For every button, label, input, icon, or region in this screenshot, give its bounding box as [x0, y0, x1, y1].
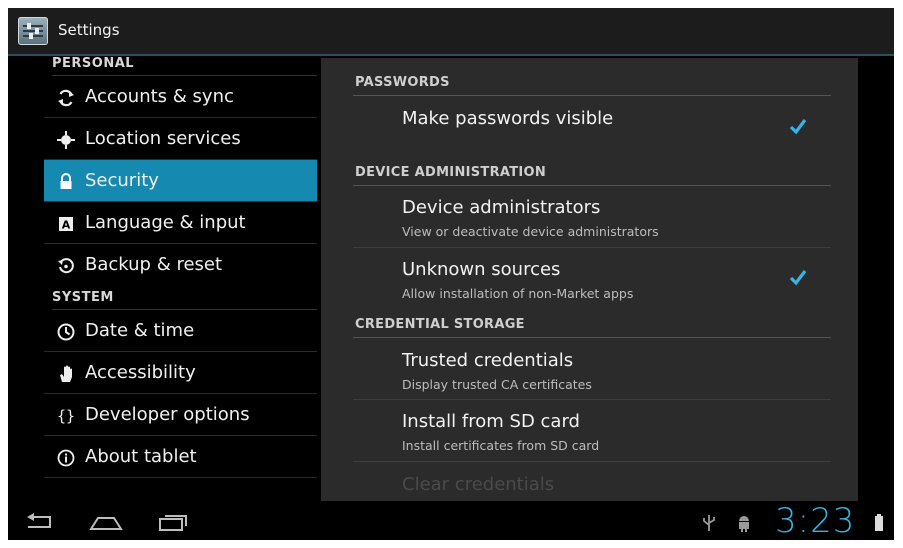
- pref-device-administrators[interactable]: Device administrators View or deactivate…: [353, 186, 831, 248]
- home-icon[interactable]: [88, 511, 124, 537]
- category-header-personal: PERSONAL: [52, 56, 317, 76]
- sidebar-item-label: Location services: [85, 128, 241, 149]
- section-header-device-administration: DEVICE ADMINISTRATION: [353, 162, 831, 186]
- sidebar-item-label: Accessibility: [85, 362, 196, 383]
- sidebar-item-label: Language & input: [85, 212, 246, 233]
- sync-icon: [56, 88, 76, 108]
- tablet-screen: Settings PERSONAL Accounts & sync Locati…: [8, 8, 894, 540]
- pref-title: Install from SD card: [402, 411, 580, 432]
- settings-sliders-icon[interactable]: [18, 17, 48, 45]
- svg-text:{}: {}: [57, 407, 75, 425]
- keyboard-icon: A: [56, 214, 76, 234]
- sidebar-item-language-input[interactable]: A Language & input: [44, 202, 317, 244]
- sidebar-item-label: Date & time: [85, 320, 195, 341]
- pref-title: Clear credentials: [402, 474, 555, 495]
- sidebar-item-label: Security: [85, 170, 159, 191]
- location-icon: [56, 130, 76, 150]
- category-header-system: SYSTEM: [52, 290, 317, 310]
- sidebar-item-accounts-sync[interactable]: Accounts & sync: [44, 76, 317, 118]
- sidebar-item-about-tablet[interactable]: About tablet: [44, 436, 317, 478]
- sidebar-item-date-time[interactable]: Date & time: [44, 310, 317, 352]
- pref-title: Make passwords visible: [402, 108, 614, 129]
- pref-make-passwords-visible[interactable]: Make passwords visible: [353, 96, 831, 156]
- system-navigation-bar: 3:23: [8, 501, 894, 540]
- sidebar-item-developer-options[interactable]: {} Developer options: [44, 394, 317, 436]
- usb-icon[interactable]: [702, 514, 716, 536]
- sidebar-item-label: About tablet: [85, 446, 197, 467]
- back-icon[interactable]: [24, 511, 56, 537]
- pref-unknown-sources[interactable]: Unknown sources Allow installation of no…: [353, 248, 831, 308]
- sidebar-item-accessibility[interactable]: Accessibility: [44, 352, 317, 394]
- svg-text:A: A: [62, 219, 71, 232]
- section-header-text: PASSWORDS: [355, 75, 450, 90]
- backup-icon: [56, 256, 76, 276]
- pref-summary: Display trusted CA certificates: [402, 377, 592, 392]
- battery-icon[interactable]: [874, 514, 884, 536]
- pref-title: Device administrators: [402, 197, 601, 218]
- checkbox-unknown-sources[interactable]: [789, 268, 807, 286]
- action-bar: Settings: [8, 8, 894, 56]
- section-header-credential-storage: CREDENTIAL STORAGE: [353, 314, 831, 338]
- info-icon: [56, 448, 76, 468]
- pref-install-from-sd-card[interactable]: Install from SD card Install certificate…: [353, 400, 831, 462]
- pref-clear-credentials: Clear credentials: [353, 462, 831, 501]
- pref-title: Trusted credentials: [402, 350, 574, 371]
- sidebar-item-location-services[interactable]: Location services: [44, 118, 317, 160]
- sidebar-item-backup-reset[interactable]: Backup & reset: [44, 244, 317, 286]
- security-settings-panel: PASSWORDS Make passwords visible DEVICE …: [321, 58, 858, 501]
- pref-trusted-credentials[interactable]: Trusted credentials Display trusted CA c…: [353, 338, 831, 400]
- clock-icon: [56, 322, 76, 342]
- settings-category-list: PERSONAL Accounts & sync Location servic…: [44, 56, 317, 494]
- android-debug-icon[interactable]: [736, 514, 752, 536]
- section-header-text: DEVICE ADMINISTRATION: [355, 165, 547, 180]
- pref-summary: Allow installation of non-Market apps: [402, 286, 634, 301]
- section-header-text: CREDENTIAL STORAGE: [355, 317, 525, 332]
- pref-title: Unknown sources: [402, 259, 561, 280]
- app-title: Settings: [58, 21, 120, 39]
- status-clock[interactable]: 3:23: [775, 501, 855, 540]
- sidebar-item-security[interactable]: Security: [44, 160, 317, 202]
- sidebar-item-label: Backup & reset: [85, 254, 223, 275]
- sidebar-item-label: Accounts & sync: [85, 86, 234, 107]
- recent-apps-icon[interactable]: [156, 511, 190, 537]
- hand-icon: [56, 364, 76, 384]
- section-header-passwords: PASSWORDS: [353, 72, 831, 96]
- lock-icon: [56, 172, 76, 192]
- checkbox-make-passwords-visible[interactable]: [789, 117, 807, 135]
- braces-icon: {}: [56, 406, 76, 426]
- pref-summary: Install certificates from SD card: [402, 438, 600, 453]
- pref-summary: View or deactivate device administrators: [402, 224, 659, 239]
- sidebar-item-label: Developer options: [85, 404, 250, 425]
